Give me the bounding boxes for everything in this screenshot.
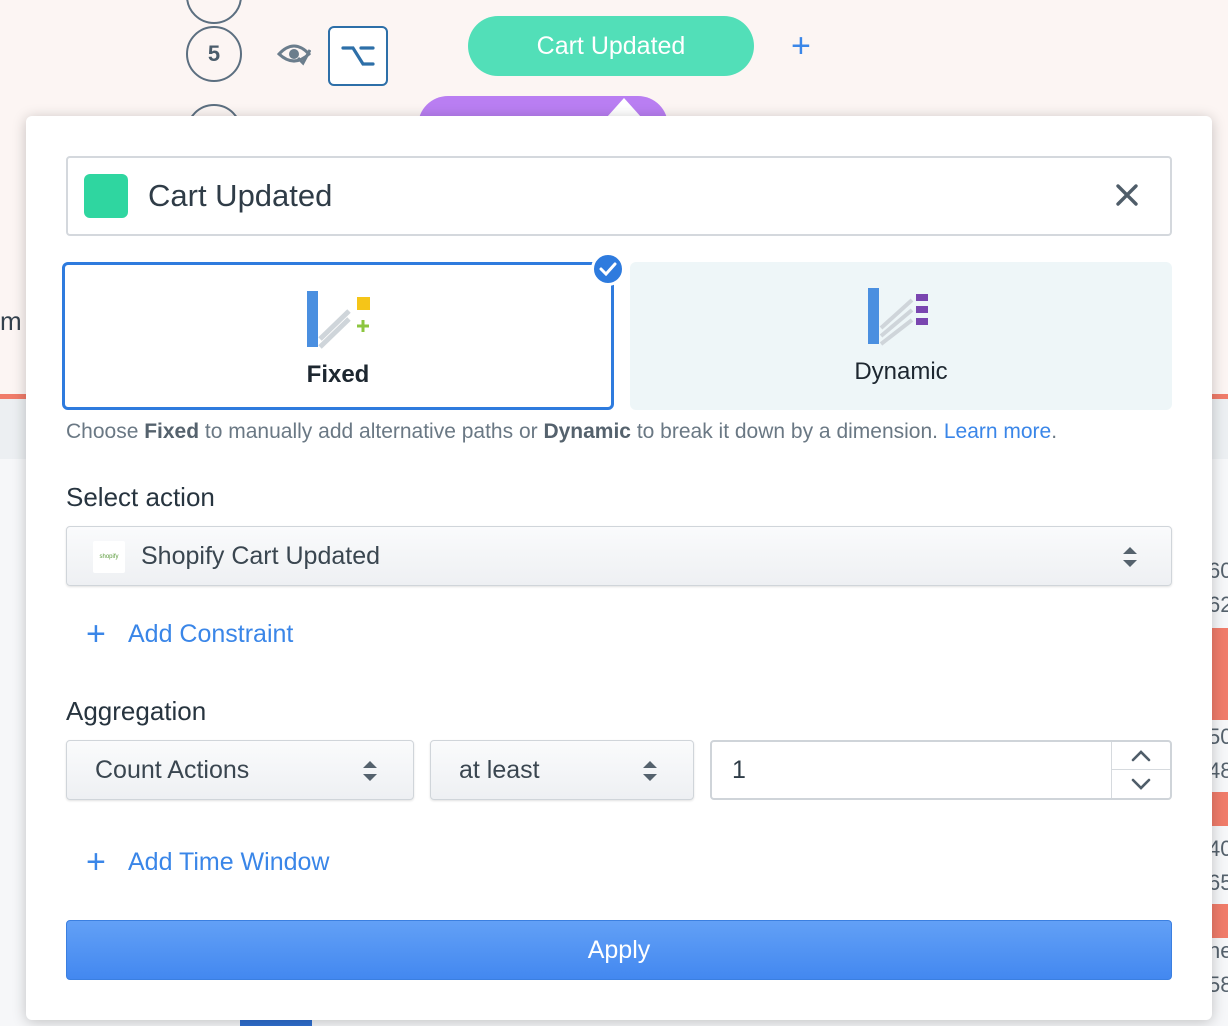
decrement-icon[interactable] [1130,777,1152,791]
aggregation-label: Aggregation [66,696,207,726]
popup-caret [607,98,641,117]
apply-button[interactable]: Apply [66,920,1172,980]
alt-path-icon [341,46,375,66]
step-editor-popup: Cart Updated Fixed Dynamic Choose Fixed … [26,116,1212,1020]
select-action-label: Select action [66,482,215,512]
shopify-logo: shopify [93,541,125,573]
select-arrows-icon [643,761,657,781]
mode-dynamic-card[interactable]: Dynamic [630,262,1172,410]
action-select-value: Shopify Cart Updated [141,542,381,570]
learn-more-link[interactable]: Learn more [944,420,1051,443]
dynamic-paths-icon [868,288,928,346]
mode-fixed-label: Fixed [306,361,370,388]
step-name-text[interactable]: Cart Updated [148,178,332,214]
hide-eye-icon[interactable] [277,40,311,66]
comparator-value: at least [459,756,540,784]
select-arrows-icon [1123,547,1137,567]
count-value[interactable]: 1 [732,756,746,785]
step-number: 5 [186,26,242,82]
mode-help-text: Choose Fixed to manually add alternative… [66,420,1058,443]
selected-check-icon [591,252,625,286]
count-stepper[interactable] [1111,742,1170,798]
fixed-paths-icon [307,291,370,349]
branch-path-button[interactable] [328,26,388,86]
aggregation-type-value: Count Actions [95,756,250,784]
plus-icon: + [86,843,106,881]
right-bar [1210,628,1228,720]
add-alternative-icon[interactable]: + [791,29,811,63]
aggregation-type-select[interactable]: Count Actions [66,740,414,800]
close-icon[interactable] [1110,178,1144,212]
comparator-select[interactable]: at least [430,740,694,800]
step-pill-cart-updated[interactable]: Cart Updated [468,16,754,76]
step-color-swatch[interactable] [84,174,128,218]
side-text-fragment: m [0,306,22,336]
right-bar [1210,792,1228,826]
action-select[interactable]: shopify Shopify Cart Updated [66,526,1172,586]
mode-fixed-card[interactable]: Fixed [62,262,614,410]
mode-dynamic-label: Dynamic [854,358,948,385]
plus-icon: + [86,615,106,653]
step-name-field[interactable]: Cart Updated [66,156,1172,236]
count-input[interactable]: 1 [710,740,1172,800]
select-arrows-icon [363,761,377,781]
increment-icon[interactable] [1130,749,1152,763]
right-bar [1210,904,1228,938]
